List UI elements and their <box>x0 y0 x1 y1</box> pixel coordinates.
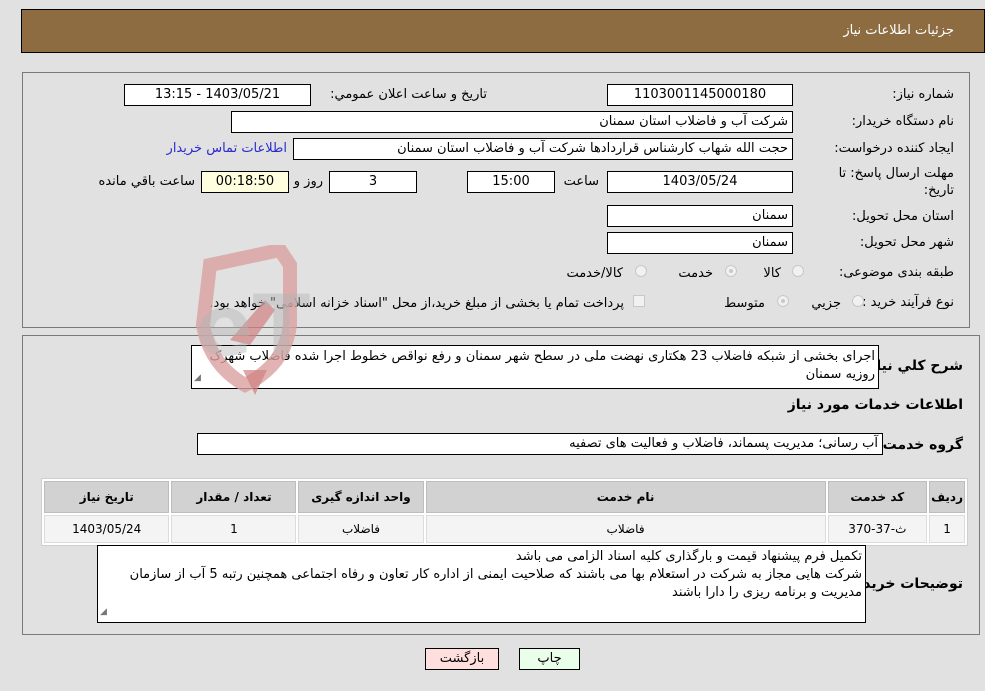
category-radio-service[interactable] <box>725 265 737 277</box>
buyer-notes-line: شرکت هایی مجاز به شرکت در استعلام بها می… <box>129 567 862 600</box>
buyer-notes-line: تکمیل فرم پیشنهاد قیمت و بارگذاری کلیه ا… <box>515 549 862 564</box>
col-service-name: نام خدمت <box>425 481 826 513</box>
province-field[interactable]: سمنان <box>607 205 793 227</box>
cell-row-number: 1 <box>929 515 965 543</box>
deadline-date-field[interactable]: 1403/05/24 <box>607 171 793 193</box>
table-header-row: ردیف کد خدمت نام خدمت واحد اندازه گیری ت… <box>44 481 965 513</box>
description-panel: شرح کلي نیاز: اجرای بخشی از شبکه فاضلاب … <box>22 335 980 635</box>
need-number-label: شماره نیاز: <box>892 87 954 102</box>
treasury-note: پرداخت تمام یا بخشی از مبلغ خرید،از محل … <box>209 296 624 311</box>
col-need-date: تاریخ نیاز <box>44 481 170 513</box>
need-number-field[interactable]: 1103001145000180 <box>607 84 793 106</box>
days-label: روز و <box>293 174 323 189</box>
deadline-time-label: ساعت <box>563 174 599 189</box>
category-radio-goods-service[interactable] <box>635 265 647 277</box>
page-header: جزئیات اطلاعات نیاز <box>21 9 985 53</box>
process-label: نوع فرآیند خرید : <box>862 295 954 310</box>
cell-need-date: 1403/05/24 <box>44 515 170 543</box>
announce-label: تاریخ و ساعت اعلان عمومي: <box>330 87 487 102</box>
announce-field[interactable]: 1403/05/21 - 13:15 <box>124 84 311 106</box>
category-option-goods: کالا <box>763 266 781 281</box>
days-field[interactable]: 3 <box>329 171 417 193</box>
cell-unit: فاضلاب <box>298 515 424 543</box>
details-panel: شماره نیاز: 1103001145000180 تاریخ و ساع… <box>22 72 970 328</box>
treasury-checkbox[interactable] <box>633 295 645 307</box>
process-option-minor: جزیي <box>811 296 841 311</box>
buyer-notes-textarea[interactable]: تکمیل فرم پیشنهاد قیمت و بارگذاری کلیه ا… <box>97 545 866 623</box>
category-label: طبقه بندی موضوعی: <box>838 265 954 280</box>
table-row: 1 ث-37-370 فاضلاب فاضلاب 1 1403/05/24 <box>44 515 965 543</box>
col-service-code: کد خدمت <box>827 481 928 513</box>
resize-handle-icon[interactable]: ◢ <box>100 603 107 621</box>
remaining-time-field[interactable]: 00:18:50 <box>201 171 289 193</box>
deadline-label: مهلت ارسال پاسخ: تا تاریخ: <box>838 166 954 198</box>
page-title: جزئیات اطلاعات نیاز <box>843 23 954 38</box>
services-section-title: اطلاعات خدمات مورد نیاز <box>787 397 963 413</box>
col-unit: واحد اندازه گیری <box>298 481 424 513</box>
cell-quantity: 1 <box>171 515 297 543</box>
buyer-contact-link[interactable]: اطلاعات تماس خریدار <box>167 141 287 156</box>
description-text: اجرای بخشی از شبکه فاضلاب 23 هکتاری نهضت… <box>209 349 875 382</box>
deadline-time-field[interactable]: 15:00 <box>467 171 555 193</box>
services-table: ردیف کد خدمت نام خدمت واحد اندازه گیری ت… <box>41 478 968 546</box>
print-button[interactable]: چاپ <box>519 648 580 670</box>
process-option-medium: متوسط <box>724 296 765 311</box>
city-label: شهر محل تحویل: <box>859 235 954 250</box>
process-radio-minor[interactable] <box>852 295 864 307</box>
description-textarea[interactable]: اجرای بخشی از شبکه فاضلاب 23 هکتاری نهضت… <box>191 345 879 389</box>
city-field[interactable]: سمنان <box>607 232 793 254</box>
col-row-number: ردیف <box>929 481 965 513</box>
back-button[interactable]: بازگشت <box>425 648 499 670</box>
cell-service-code: ث-37-370 <box>827 515 928 543</box>
category-radio-goods[interactable] <box>792 265 804 277</box>
cell-service-name: فاضلاب <box>425 515 826 543</box>
remaining-label: ساعت باقي مانده <box>98 174 195 189</box>
resize-handle-icon[interactable]: ◢ <box>194 369 201 387</box>
buyer-org-field[interactable]: شرکت آب و فاضلاب استان سمنان <box>231 111 793 133</box>
creator-field[interactable]: حجت الله شهاب کارشناس قراردادها شرکت آب … <box>293 138 793 160</box>
buyer-org-label: نام دستگاه خریدار: <box>851 114 954 129</box>
col-quantity: تعداد / مقدار <box>171 481 297 513</box>
service-group-field[interactable]: آب رسانی؛ مدیریت پسماند، فاضلاب و فعالیت… <box>197 433 883 455</box>
category-option-service: خدمت <box>678 266 713 281</box>
province-label: استان محل تحویل: <box>852 209 954 224</box>
creator-label: ایجاد کننده درخواست: <box>834 141 954 156</box>
category-option-goods-service: کالا/خدمت <box>566 266 623 281</box>
process-radio-medium[interactable] <box>777 295 789 307</box>
service-group-label: گروه خدمت: <box>877 437 963 453</box>
